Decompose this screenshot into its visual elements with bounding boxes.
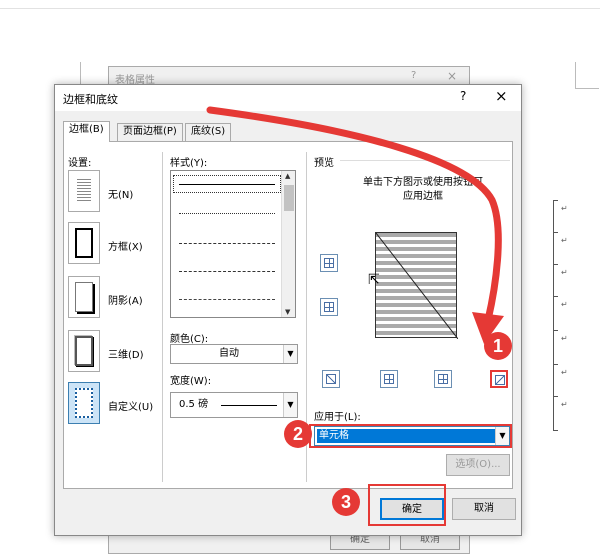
annotation-badge-2: 2 (284, 420, 312, 448)
annotation-arrow (206, 106, 504, 344)
annotation-badge-3: 3 (332, 488, 360, 516)
tab-borders[interactable]: 边框(B) (63, 121, 110, 142)
annotation-badge-1: 1 (484, 332, 512, 360)
